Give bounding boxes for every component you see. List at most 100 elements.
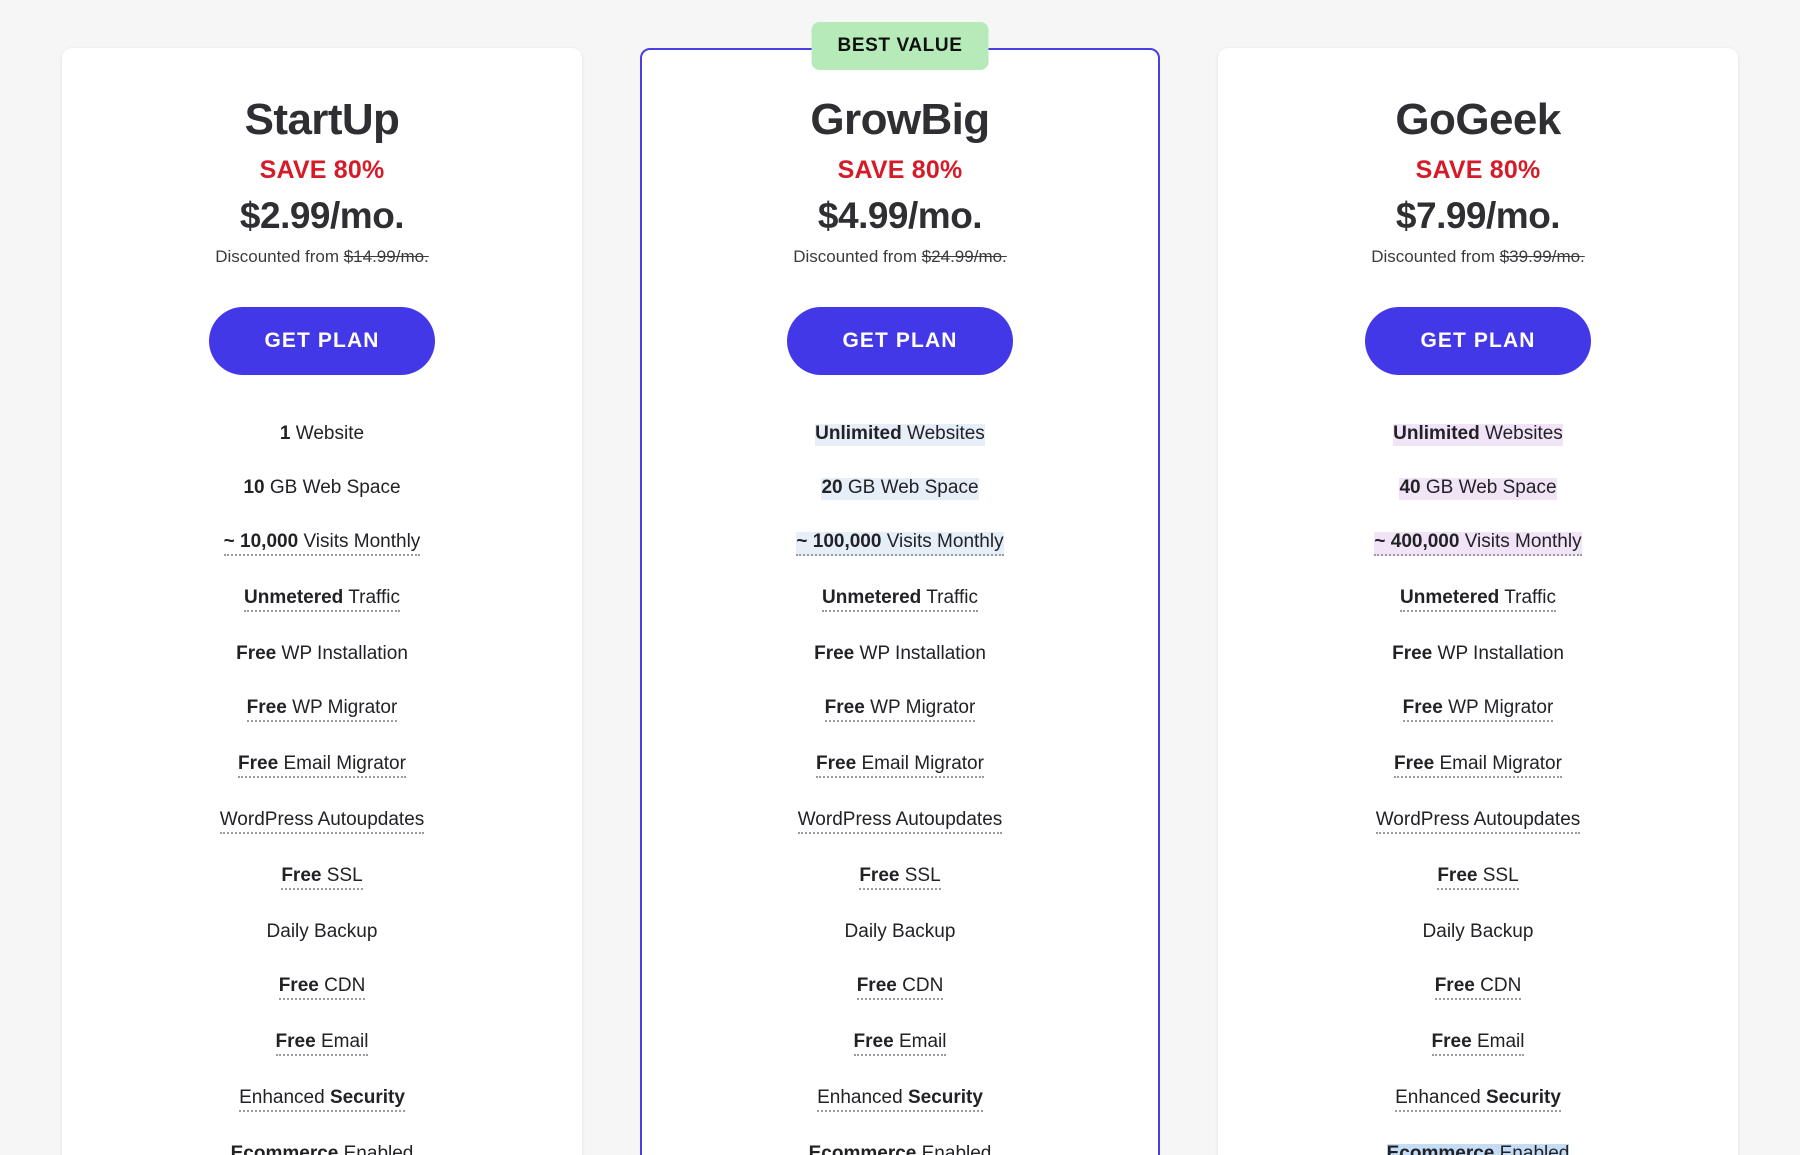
feature-label: Visits Monthly <box>881 531 1004 553</box>
feature-label: Enhanced <box>817 1087 908 1109</box>
feature-text: Enhanced Security <box>1395 1087 1561 1113</box>
feature-item[interactable]: Free CDN <box>88 976 556 1004</box>
feature-text: Daily Backup <box>845 922 956 944</box>
get-plan-button[interactable]: GET PLAN <box>1364 307 1592 376</box>
save-badge: SAVE 80% <box>1415 156 1541 185</box>
feature-item[interactable]: Enhanced Security <box>1244 1088 1712 1116</box>
feature-emphasis: Free <box>856 975 897 997</box>
feature-item[interactable]: Free WP Migrator <box>88 698 556 726</box>
feature-label: WordPress Autoupdates <box>797 809 1003 831</box>
feature-label: WP Migrator <box>286 697 398 719</box>
feature-item[interactable]: ~ 100,000 Visits Monthly <box>668 532 1132 560</box>
feature-item[interactable]: Enhanced Security <box>668 1088 1132 1116</box>
feature-item[interactable]: Ecommerce Enabled <box>668 1144 1132 1155</box>
feature-text: 1 Website <box>280 424 364 446</box>
feature-emphasis: Ecommerce <box>1386 1143 1495 1155</box>
feature-item[interactable]: Free CDN <box>668 976 1132 1004</box>
feature-item[interactable]: Free Email <box>668 1032 1132 1060</box>
feature-label: Email <box>315 1031 369 1053</box>
feature-item[interactable]: Free WP Migrator <box>668 698 1132 726</box>
feature-text: Ecommerce Enabled <box>1386 1143 1570 1155</box>
feature-text: Daily Backup <box>267 922 378 944</box>
feature-emphasis: Free <box>278 975 319 997</box>
feature-emphasis: Unlimited <box>1393 423 1480 445</box>
feature-text: Unlimited Websites <box>815 423 985 447</box>
feature-item: Free WP Installation <box>88 644 556 670</box>
feature-label: Email Migrator <box>856 753 984 775</box>
feature-item[interactable]: Free SSL <box>668 866 1132 894</box>
feature-item[interactable]: Unmetered Traffic <box>1244 588 1712 616</box>
plan-name: GoGeek <box>1395 95 1561 144</box>
feature-text: Free WP Installation <box>814 644 986 666</box>
feature-text: ~ 400,000 Visits Monthly <box>1374 531 1582 557</box>
plan-name: GrowBig <box>810 95 990 144</box>
feature-item[interactable]: Free Email Migrator <box>88 754 556 782</box>
feature-item[interactable]: WordPress Autoupdates <box>668 810 1132 838</box>
pricing-page: StartUp SAVE 80% $2.99/mo. Discounted from … <box>0 0 1800 1155</box>
feature-label: WP Installation <box>854 643 986 665</box>
feature-emphasis: Ecommerce <box>808 1143 917 1155</box>
feature-item[interactable]: Unmetered Traffic <box>88 588 556 616</box>
feature-item: Unlimited Websites <box>1244 424 1712 450</box>
feature-item[interactable]: Ecommerce Enabled <box>1244 1144 1712 1155</box>
feature-item[interactable]: Ecommerce Enabled <box>88 1144 556 1155</box>
feature-label: Enabled <box>916 1143 992 1155</box>
feature-item[interactable]: Free SSL <box>88 866 556 894</box>
feature-text: Free WP Installation <box>1392 644 1564 666</box>
feature-text: Free WP Installation <box>236 644 408 666</box>
feature-text: Free Email Migrator <box>816 753 984 779</box>
feature-item[interactable]: ~ 400,000 Visits Monthly <box>1244 532 1712 560</box>
feature-emphasis: 10 <box>243 477 265 499</box>
feature-item: Unlimited Websites <box>668 424 1132 450</box>
feature-list: Unlimited Websites 40 GB Web Space ~ 400,0… <box>1244 424 1712 1155</box>
feature-text: Free Email <box>275 1031 369 1057</box>
feature-item[interactable]: Unmetered Traffic <box>668 588 1132 616</box>
feature-emphasis: 20 <box>821 477 843 499</box>
feature-text: 20 GB Web Space <box>821 477 979 501</box>
feature-item[interactable]: ~ 10,000 Visits Monthly <box>88 532 556 560</box>
original-price: $24.99/mo. <box>921 247 1007 267</box>
feature-label: WordPress Autoupdates <box>219 809 425 831</box>
feature-text: Unmetered Traffic <box>822 588 978 613</box>
feature-emphasis-trailing: Security <box>329 1087 405 1109</box>
plan-price: $2.99/mo. <box>239 195 405 237</box>
feature-label: WP Installation <box>276 643 408 665</box>
feature-label: Traffic <box>343 587 400 609</box>
get-plan-button[interactable]: GET PLAN <box>786 307 1014 376</box>
feature-emphasis: Free <box>824 697 865 719</box>
feature-item[interactable]: Free SSL <box>1244 866 1712 894</box>
feature-label: Email Migrator <box>1434 753 1562 775</box>
feature-label: GB Web Space <box>842 477 979 499</box>
feature-text: ~ 100,000 Visits Monthly <box>796 531 1004 557</box>
feature-emphasis-trailing: Security <box>1485 1087 1561 1109</box>
feature-emphasis: Free <box>1392 643 1433 665</box>
feature-item[interactable]: WordPress Autoupdates <box>1244 810 1712 838</box>
feature-item[interactable]: Enhanced Security <box>88 1088 556 1116</box>
feature-label: Websites <box>901 423 985 445</box>
feature-label: Enabled <box>1494 1143 1570 1155</box>
pricing-card-startup: StartUp SAVE 80% $2.99/mo. Discounted from … <box>62 48 582 1155</box>
feature-emphasis: Free <box>1431 1031 1472 1053</box>
feature-item[interactable]: Free Email <box>88 1032 556 1060</box>
feature-text: WordPress Autoupdates <box>797 809 1003 835</box>
feature-item[interactable]: Free Email Migrator <box>668 754 1132 782</box>
feature-label: Email Migrator <box>278 753 406 775</box>
save-badge: SAVE 80% <box>259 156 385 185</box>
feature-item[interactable]: WordPress Autoupdates <box>88 810 556 838</box>
feature-item[interactable]: Free WP Migrator <box>1244 698 1712 726</box>
feature-label: WP Migrator <box>864 697 976 719</box>
feature-item[interactable]: Free Email Migrator <box>1244 754 1712 782</box>
feature-text: Free WP Migrator <box>246 697 398 723</box>
feature-label: WP Installation <box>1432 643 1564 665</box>
feature-text: Free Email <box>853 1031 947 1057</box>
feature-label: Email <box>893 1031 947 1053</box>
feature-label: Visits Monthly <box>1459 531 1582 553</box>
feature-item[interactable]: Free Email <box>1244 1032 1712 1060</box>
feature-label: Enhanced <box>1395 1087 1486 1109</box>
feature-emphasis: Free <box>1434 975 1475 997</box>
feature-label: Daily Backup <box>1422 921 1534 943</box>
feature-emphasis: Ecommerce <box>230 1143 339 1155</box>
get-plan-button[interactable]: GET PLAN <box>208 307 436 376</box>
discount-note: Discounted from $24.99/mo. <box>668 247 1132 267</box>
feature-item[interactable]: Free CDN <box>1244 976 1712 1004</box>
